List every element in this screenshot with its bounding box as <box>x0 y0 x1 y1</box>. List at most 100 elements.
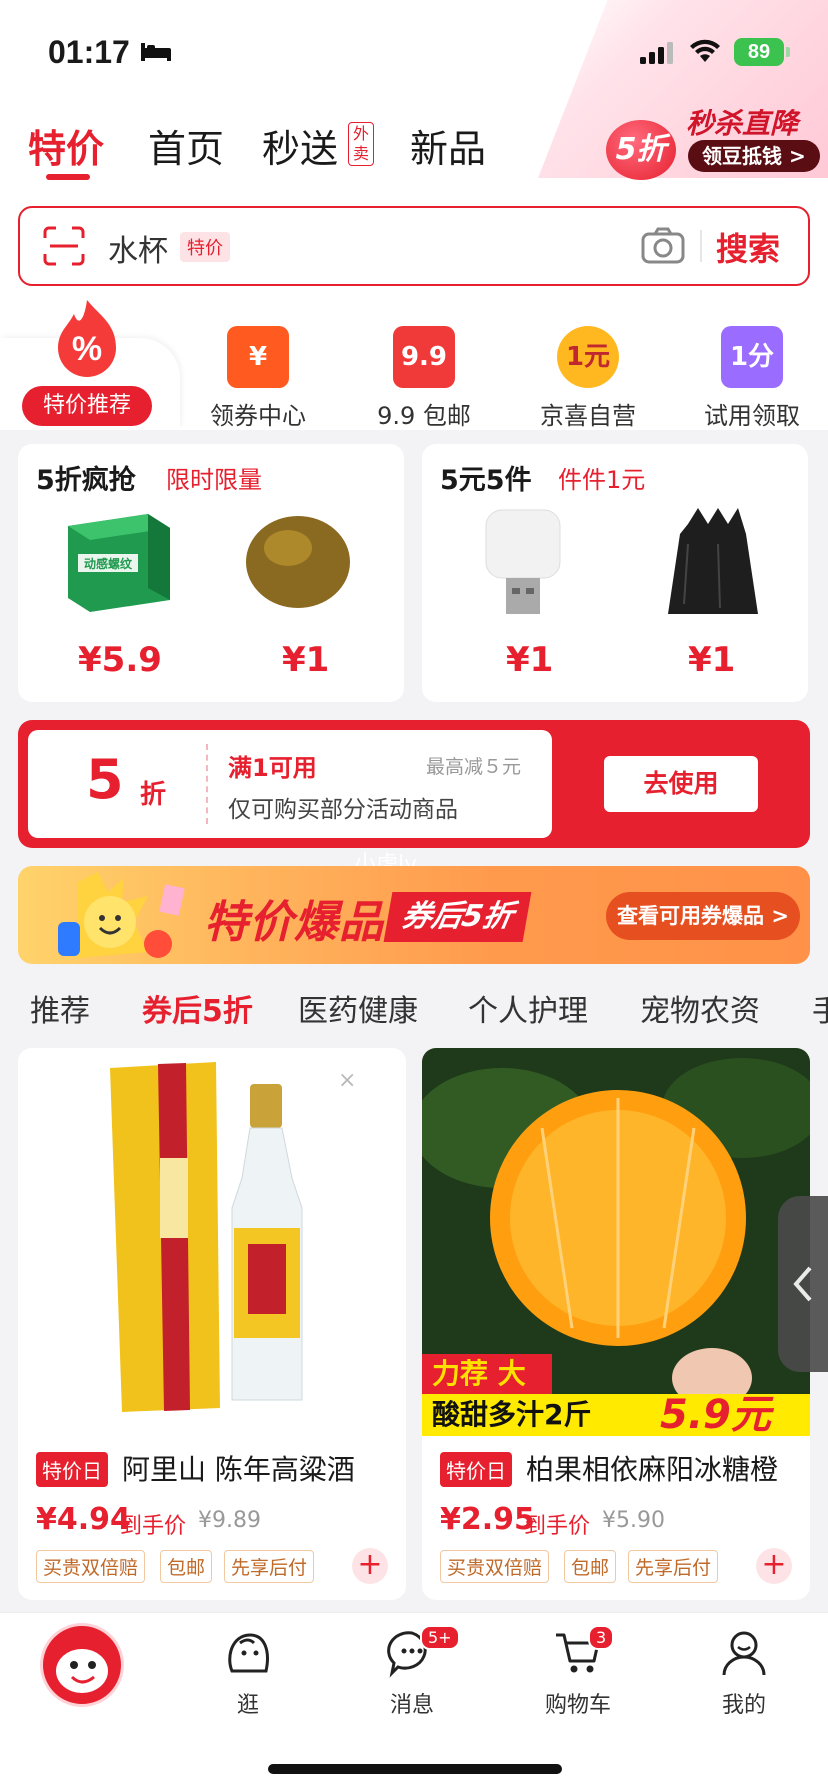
feed-tab-health[interactable]: 医药健康 <box>298 986 418 1030</box>
category-tejia-recommend[interactable]: 特价推荐 <box>22 386 152 426</box>
deal-card-five-for-five[interactable]: 5元5件 件件1元 ¥1 ¥1 <box>422 444 808 702</box>
feed-category-tabs: 推荐 券后5折 医药健康 个人护理 宠物农资 手 <box>0 980 828 1036</box>
coupon-inner: 5 折 满1可用 最高减５元 仅可购买部分活动商品 <box>28 730 552 838</box>
promo-banner[interactable]: 特价爆品 券后5折 查看可用券爆品 > <box>18 866 810 964</box>
side-drawer-handle[interactable] <box>778 1196 828 1372</box>
shopping-bag-icon: 1分 <box>721 326 783 388</box>
original-price: ¥9.89 <box>198 1508 261 1533</box>
product-price: ¥2.95 <box>440 1502 535 1537</box>
gift-box-icon: 9.9 <box>393 326 455 388</box>
status-time: 01:17 <box>48 34 130 70</box>
luohanguo-image[interactable] <box>238 504 358 614</box>
service-badge: 包邮 <box>564 1550 617 1583</box>
nav-profile[interactable]: 我的 <box>684 1627 804 1719</box>
category-label: 9.9 包邮 <box>377 402 471 430</box>
product-card[interactable]: × 特价日 阿里山 陈年高粱酒 ¥4.94 到手价 ¥9.89 买贵双倍赔 包邮… <box>18 1048 406 1600</box>
original-price: ¥5.90 <box>602 1508 665 1533</box>
wifi-icon <box>690 39 720 62</box>
category-trial[interactable]: 1分 试用领取 <box>682 298 822 431</box>
service-badge: 买贵双倍赔 <box>36 1550 146 1583</box>
nav-label: 我的 <box>721 1693 766 1718</box>
search-button[interactable]: 搜索 <box>716 224 780 270</box>
nav-label: 购物车 <box>544 1693 611 1718</box>
final-price-label: 到手价 <box>120 1514 187 1539</box>
feed-tab-half-price[interactable]: 券后5折 <box>142 986 253 1030</box>
flash-sale-entry[interactable]: 5折 秒杀直降 领豆抵钱 > <box>606 96 820 180</box>
deal-price: ¥1 <box>688 640 736 680</box>
service-badge: 包邮 <box>160 1550 213 1583</box>
deal-title: 5元5件 <box>440 465 532 496</box>
image-overlay-text: 酸甜多汁2斤 <box>432 1398 592 1431</box>
battery-indicator: 89 <box>734 38 784 66</box>
scan-icon[interactable] <box>42 226 86 266</box>
coupon-yen-icon: ¥ <box>227 326 289 388</box>
waimai-badge: 外卖 <box>348 122 374 166</box>
deal-card-half-price[interactable]: 5折疯抢 限时限量 动感螺纹 ¥5.9 ¥1 <box>18 444 404 702</box>
svg-text:%: % <box>72 330 102 368</box>
coupon-divider <box>206 744 208 824</box>
coupon-card[interactable]: 5 折 满1可用 最高减５元 仅可购买部分活动商品 去使用 <box>18 720 810 848</box>
browse-icon <box>228 1633 269 1673</box>
tab-miaosong[interactable]: 秒送 <box>262 118 338 173</box>
nav-cart[interactable]: 3 购物车 <box>518 1625 638 1719</box>
coupon-discount-value: 5 <box>86 748 124 811</box>
banner-tag: 券后5折 <box>383 892 532 942</box>
jd-mascot-icon[interactable] <box>40 1623 124 1707</box>
use-coupon-button[interactable]: 去使用 <box>604 756 758 812</box>
box-product-image[interactable]: 动感螺纹 <box>58 504 178 614</box>
banner-title: 特价爆品 <box>204 897 384 948</box>
cellular-signal-icon <box>640 42 673 64</box>
nav-messages[interactable]: 5+ 消息 <box>352 1625 472 1719</box>
coupon-description: 仅可购买部分活动商品 <box>228 797 458 823</box>
add-to-cart-button[interactable]: + <box>756 1548 792 1584</box>
home-indicator <box>268 1764 562 1774</box>
banner-mascot-icon <box>58 872 185 958</box>
product-name: 柏果相依麻阳冰糖橙 <box>526 1453 779 1486</box>
category-label: 京喜自营 <box>540 402 636 430</box>
feed-tab-personal-care[interactable]: 个人护理 <box>468 986 588 1030</box>
tab-new[interactable]: 新品 <box>410 118 486 173</box>
flash-sale-button[interactable]: 领豆抵钱 > <box>688 140 820 172</box>
tab-tejia[interactable]: 特价 <box>28 118 104 173</box>
tab-home[interactable]: 首页 <box>148 118 224 173</box>
feed-tab-pets[interactable]: 宠物农资 <box>640 986 760 1030</box>
category-jingxi-self[interactable]: 1元 京喜自营 <box>518 298 658 431</box>
category-coupon-center[interactable]: ¥ 领券中心 <box>188 298 328 431</box>
service-badge: 先享后付 <box>224 1550 315 1583</box>
banner-view-button[interactable]: 查看可用券爆品 > <box>606 892 800 940</box>
search-input[interactable]: 水杯 <box>108 226 168 270</box>
trash-bag-image[interactable] <box>658 504 768 624</box>
category-label: 领券中心 <box>210 402 306 430</box>
image-overlay-price: 5.9元 <box>660 1392 771 1438</box>
category-bar: % 特价推荐 ¥ 领券中心 9.9 9.9 包邮 1元 京喜自营 1分 试用领取 <box>0 298 828 431</box>
chevron-left-icon <box>793 1266 812 1302</box>
coupon-max: 最高减５元 <box>426 756 522 778</box>
message-badge: 5+ <box>420 1625 460 1650</box>
deal-price: ¥1 <box>282 640 330 680</box>
product-card[interactable]: 力荐 大果 酸甜多汁2斤 5.9元 特价日 柏果相依麻阳冰糖橙 ¥2.95 到手… <box>422 1048 810 1600</box>
search-divider <box>700 230 702 262</box>
final-price-label: 到手价 <box>524 1514 591 1539</box>
coupon-condition: 满1可用 <box>228 754 317 782</box>
product-price: ¥4.94 <box>36 1502 131 1537</box>
category-label: 试用领取 <box>704 402 800 430</box>
flash-sale-title: 秒杀直降 <box>686 107 799 140</box>
nav-browse[interactable]: 逛 <box>188 1627 308 1719</box>
product-tag: 特价日 <box>36 1452 108 1487</box>
deal-price: ¥1 <box>506 640 554 680</box>
feed-tab-recommend[interactable]: 推荐 <box>30 986 90 1030</box>
nav-label: 消息 <box>389 1693 434 1718</box>
cart-badge: 3 <box>588 1625 615 1650</box>
search-hint-tag: 特价 <box>180 232 230 262</box>
search-bar[interactable]: 水杯 特价 搜索 <box>18 206 810 286</box>
usb-lamp-image[interactable] <box>478 504 568 624</box>
close-icon[interactable]: × <box>338 1068 356 1093</box>
add-to-cart-button[interactable]: + <box>352 1548 388 1584</box>
liquor-product-image[interactable] <box>18 1048 406 1436</box>
deal-subtitle: 限时限量 <box>166 466 262 494</box>
camera-icon[interactable] <box>640 226 686 266</box>
service-badge: 买贵双倍赔 <box>440 1550 550 1583</box>
one-yuan-icon: 1元 <box>557 326 619 388</box>
feed-tab-more[interactable]: 手 <box>812 986 828 1030</box>
category-99-free-shipping[interactable]: 9.9 9.9 包邮 <box>354 298 494 431</box>
